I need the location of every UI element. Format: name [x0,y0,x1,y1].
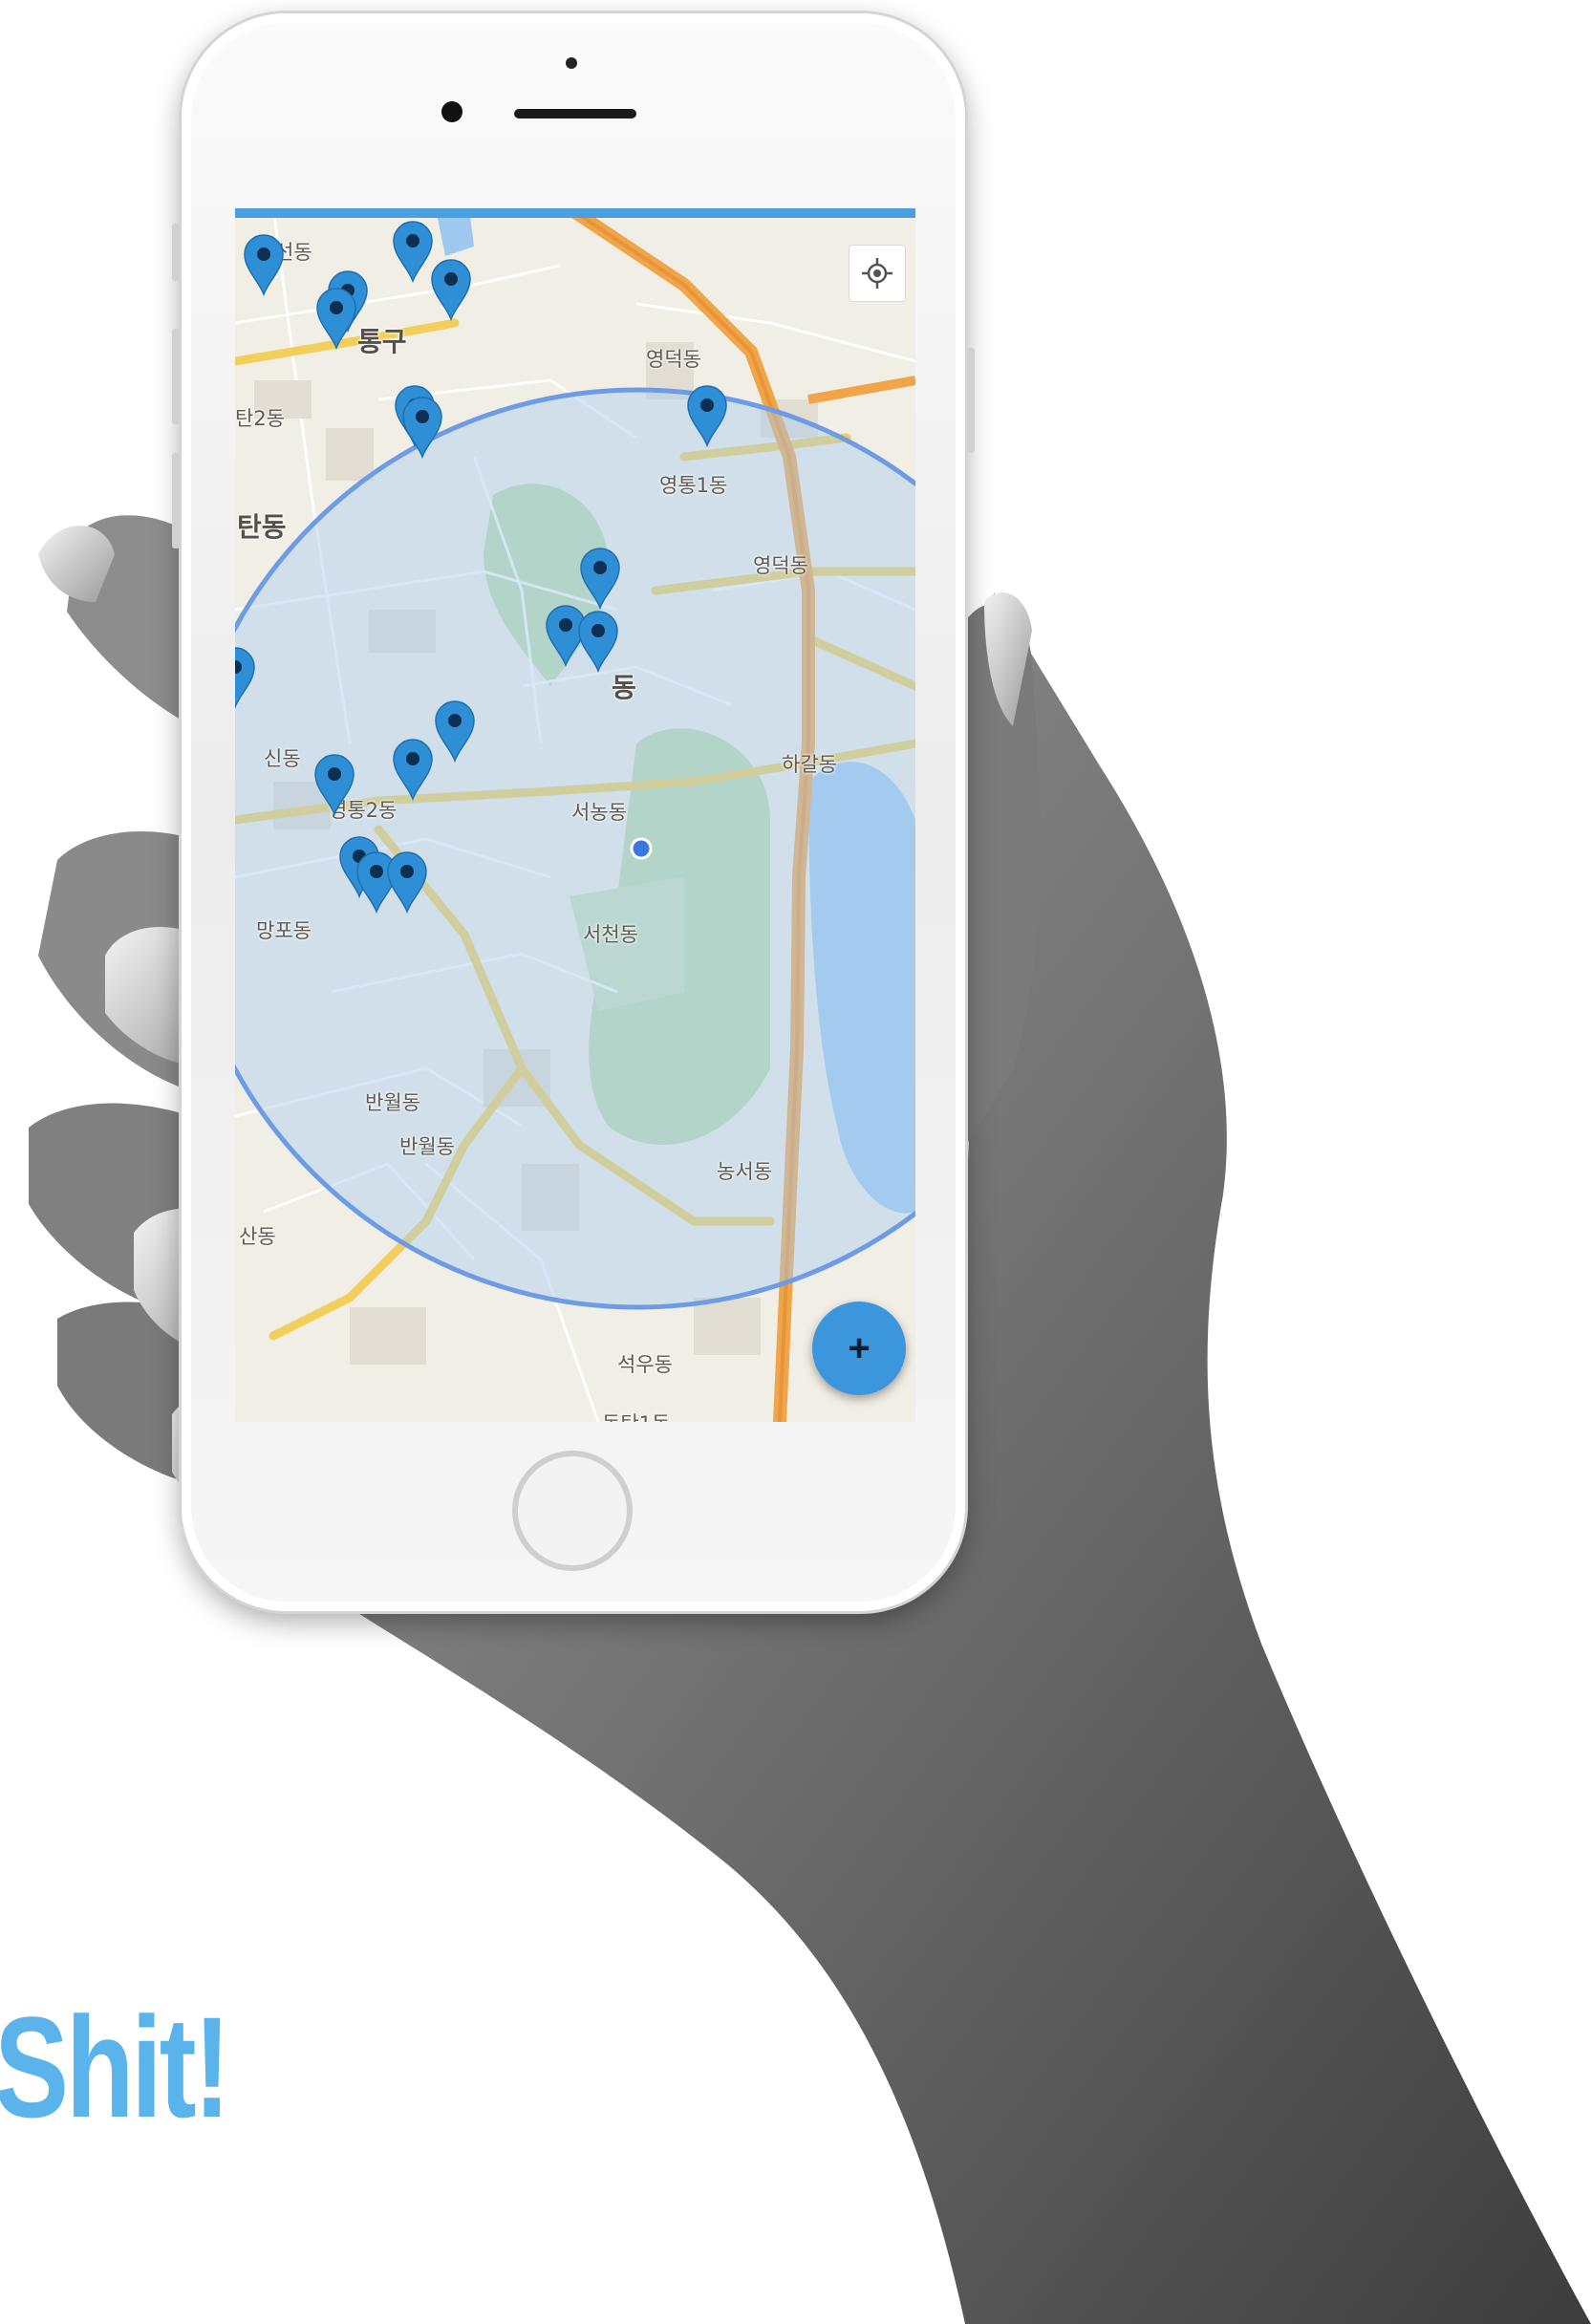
map-marker-icon[interactable] [429,258,473,322]
phone-camera [441,101,462,122]
map-label-yeongtong1dong: 영통1동 [659,474,728,497]
map-label-banwoldong-2: 반월동 [399,1135,455,1158]
map-label-tandong: 탄동 [237,511,287,543]
map-marker-icon[interactable] [400,396,444,460]
tagline-text: Shit! [0,1987,230,2147]
map-label-hagaldong: 하갈동 [782,753,837,776]
add-button[interactable]: + [812,1302,906,1395]
map-label-dongtan1dong: 동탄1동 [602,1409,670,1422]
map-label-mangpodong: 망포동 [256,919,312,942]
map-marker-icon[interactable] [312,753,356,817]
phone-sensor [566,57,577,69]
map-marker-icon[interactable] [578,547,622,611]
map-label-nongseodong: 농서동 [717,1160,772,1183]
phone-home-button[interactable] [512,1451,633,1571]
map-screen[interactable]: 선동 통구 영덕동 탄2동 영통1동 탄동 영덕동 동 하갈동 신동 영통2동 … [235,208,915,1422]
current-location-dot [630,837,653,860]
map-marker-icon[interactable] [391,738,435,802]
locate-button[interactable] [849,245,906,302]
map-label-seonongdong: 서농동 [571,801,627,824]
phone-speaker [514,109,636,118]
phone-power-button [967,348,975,453]
map-label-sindong: 신동 [264,747,301,770]
map-label-banwoldong: 반월동 [365,1091,420,1114]
app-top-bar [235,208,915,218]
map-marker-icon[interactable] [433,699,477,764]
phone-volume-down [172,453,180,549]
phone-mute-switch [172,224,180,281]
map-label-yeongdeokdong: 영덕동 [646,348,701,371]
map-label-yeongdeokdong-2: 영덕동 [753,554,808,577]
map-marker-icon[interactable] [385,850,429,915]
map-marker-icon[interactable] [314,287,358,351]
map-marker-icon[interactable] [242,233,286,297]
map-marker-icon[interactable] [685,384,729,448]
map-marker-icon[interactable] [576,610,620,674]
crosshair-icon [862,258,892,289]
map-marker-icon[interactable] [235,646,257,710]
phone-volume-up [172,329,180,424]
map-label-tan2dong: 탄2동 [235,407,286,430]
map-label-sandong: 산동 [239,1225,276,1248]
map-label-seocheondong: 서천동 [583,923,638,946]
map-label-seogudong: 석우동 [617,1353,673,1376]
